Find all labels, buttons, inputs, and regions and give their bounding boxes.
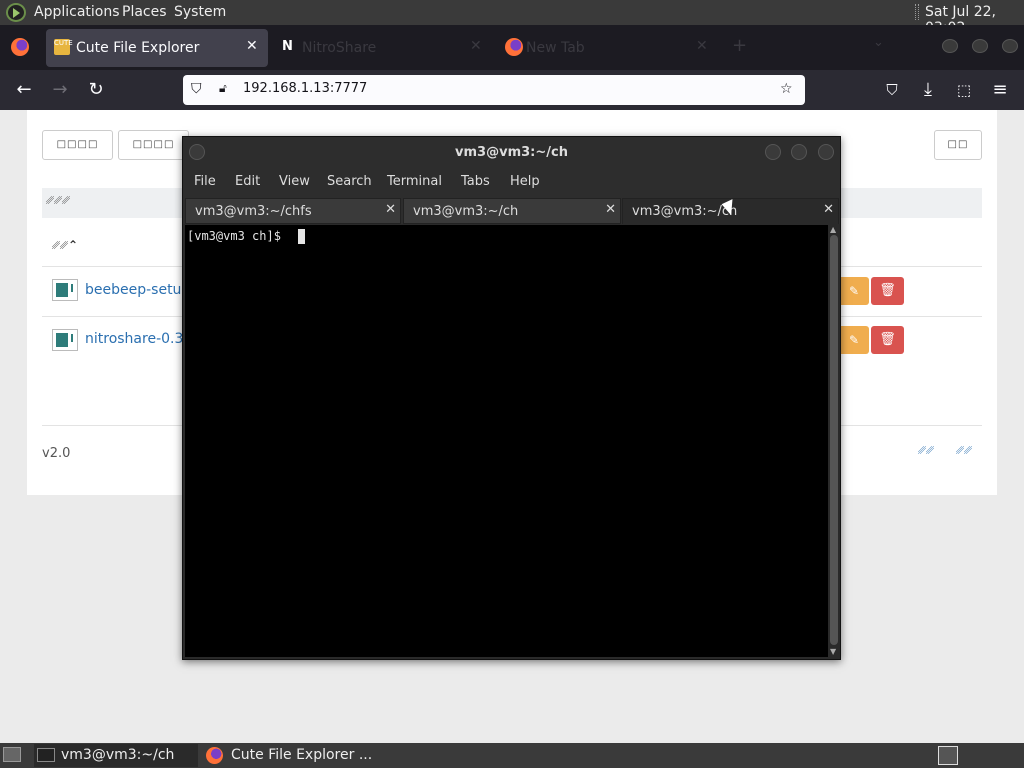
downloads-icon[interactable]: ⤓	[916, 78, 940, 102]
terminal-tab-label: vm3@vm3:~/chfs	[195, 204, 312, 219]
back-arrow-icon[interactable]: ←	[12, 78, 36, 102]
minimize-window-icon[interactable]	[942, 39, 958, 53]
file-icon	[52, 279, 78, 301]
delete-button-icon[interactable]: 🗑︎	[871, 326, 904, 354]
toolbar-button-1[interactable]: □□□□	[42, 130, 113, 160]
rename-button-icon[interactable]: ✎	[839, 277, 869, 305]
close-tab-icon[interactable]: ✕	[470, 38, 482, 54]
extensions-icon[interactable]: ⬚	[952, 78, 976, 102]
text-cursor	[298, 229, 305, 244]
breadcrumb-text[interactable]: ␥␥␥	[46, 196, 70, 207]
cute-file-explorer-favicon-icon: CUTE	[54, 39, 73, 55]
menu-system[interactable]: System	[174, 4, 226, 20]
tab-nitroshare[interactable]: N NitroShare ✕	[272, 29, 494, 67]
toolbar-button-2[interactable]: □□□□	[118, 130, 189, 160]
hamburger-menu-icon[interactable]: ≡	[988, 78, 1012, 102]
shell-prompt: [vm3@vm3 ch]$	[187, 229, 281, 243]
shield-icon[interactable]: ⛉	[191, 81, 202, 97]
list-all-tabs-icon[interactable]: ⌄	[873, 35, 884, 50]
terminal-title: vm3@vm3:~/ch	[455, 145, 568, 160]
firefox-menu-icon[interactable]	[11, 38, 29, 56]
terminal-menubar: File Edit View Search Terminal Tabs Help	[183, 167, 840, 197]
close-tab-icon[interactable]: ✕	[605, 202, 616, 217]
terminal-output[interactable]: [vm3@vm3 ch]$	[185, 225, 828, 657]
terminal-tab-2[interactable]: vm3@vm3:~/ch ✕	[403, 198, 621, 224]
panel-separator	[915, 4, 919, 20]
maximize-window-icon[interactable]	[972, 39, 988, 53]
reload-icon[interactable]: ↻	[84, 78, 108, 102]
pocket-icon[interactable]: ⛉	[880, 78, 904, 102]
distro-logo-icon[interactable]	[6, 3, 26, 22]
scroll-down-arrow-icon[interactable]: ▼	[830, 647, 836, 656]
rename-button-icon[interactable]: ✎	[839, 326, 869, 354]
close-tab-icon[interactable]: ✕	[385, 202, 396, 217]
footer-link-1[interactable]: ␥␥	[918, 446, 934, 457]
file-link-beebeep[interactable]: beebeep-setup-	[85, 282, 195, 298]
terminal-window[interactable]: vm3@vm3:~/ch File Edit View Search Termi…	[182, 136, 841, 660]
taskbar-item-terminal[interactable]: vm3@vm3:~/ch	[34, 744, 198, 767]
bookmark-star-icon[interactable]: ☆	[780, 81, 793, 97]
sort-asc-icon: ⌃	[68, 238, 79, 252]
tab-new-tab[interactable]: New Tab ✕	[496, 29, 718, 67]
menu-terminal[interactable]: Terminal	[387, 174, 442, 189]
show-desktop-icon[interactable]	[3, 747, 21, 762]
close-tab-icon[interactable]: ✕	[696, 38, 708, 54]
firefox-icon	[206, 747, 223, 764]
terminal-titlebar[interactable]: vm3@vm3:~/ch	[183, 137, 840, 167]
file-link-nitroshare[interactable]: nitroshare-0.3.4	[85, 331, 197, 347]
close-window-icon[interactable]	[1002, 39, 1018, 53]
insecure-lock-icon[interactable]: 🔓︎	[219, 81, 227, 96]
firefox-tab-strip: CUTE Cute File Explorer ✕ N NitroShare ✕…	[0, 25, 1024, 70]
terminal-tab-label: vm3@vm3:~/ch	[413, 204, 519, 219]
menu-help[interactable]: Help	[510, 174, 540, 189]
terminal-tab-bar: vm3@vm3:~/chfs ✕ vm3@vm3:~/ch ✕ vm3@vm3:…	[183, 197, 840, 224]
terminal-icon	[37, 748, 55, 762]
name-column-header[interactable]: ␥␥⌃	[52, 238, 78, 252]
taskbar-item-firefox[interactable]: Cute File Explorer ...	[202, 744, 382, 767]
taskbar-item-label: Cute File Explorer ...	[231, 747, 373, 763]
forward-arrow-icon[interactable]: →	[48, 78, 72, 102]
menu-applications[interactable]: Applications	[34, 4, 120, 20]
url-bar[interactable]: ⛉ 🔓︎ 192.168.1.13:7777 ☆	[183, 75, 805, 105]
bottom-taskbar: vm3@vm3:~/ch Cute File Explorer ...	[0, 743, 1024, 768]
scroll-up-arrow-icon[interactable]: ▲	[830, 225, 836, 234]
top-panel: Applications Places System Sat Jul 22, 0…	[0, 0, 1024, 36]
tab-cute-file-explorer[interactable]: CUTE Cute File Explorer ✕	[46, 29, 268, 67]
minimize-icon[interactable]	[765, 144, 781, 160]
tab-title: Cute File Explorer	[76, 40, 200, 56]
menu-edit[interactable]: Edit	[235, 174, 260, 189]
menu-tabs[interactable]: Tabs	[461, 174, 490, 189]
terminal-scrollbar[interactable]: ▲ ▼	[828, 225, 840, 657]
taskbar-item-label: vm3@vm3:~/ch	[61, 747, 175, 763]
workspace-switcher[interactable]	[938, 746, 958, 765]
nitroshare-favicon-icon: N	[282, 39, 293, 54]
delete-button-icon[interactable]: 🗑︎	[871, 277, 904, 305]
menu-file[interactable]: File	[194, 174, 216, 189]
version-label: v2.0	[42, 446, 71, 461]
scrollbar-thumb[interactable]	[830, 235, 838, 645]
menu-view[interactable]: View	[279, 174, 310, 189]
close-tab-icon[interactable]: ✕	[246, 38, 258, 54]
tab-title: NitroShare	[302, 40, 377, 56]
menu-places[interactable]: Places	[122, 4, 167, 20]
menu-search[interactable]: Search	[327, 174, 372, 189]
firefox-nav-bar: ← → ↻ ⛉ 🔓︎ 192.168.1.13:7777 ☆ ⛉ ⤓ ⬚ ≡	[0, 70, 1024, 110]
toolbar-button-right[interactable]: □□	[934, 130, 982, 160]
footer-link-2[interactable]: ␥␥	[956, 446, 972, 457]
maximize-icon[interactable]	[791, 144, 807, 160]
terminal-tab-label: vm3@vm3:~/ch	[632, 204, 738, 219]
url-text[interactable]: 192.168.1.13:7777	[243, 81, 367, 96]
new-tab-plus-icon[interactable]: +	[732, 35, 747, 56]
close-tab-icon[interactable]: ✕	[823, 202, 834, 217]
tab-title: New Tab	[526, 40, 585, 56]
terminal-tab-1[interactable]: vm3@vm3:~/chfs ✕	[185, 198, 401, 224]
column-header-text: ␥␥	[52, 241, 68, 252]
file-icon	[52, 329, 78, 351]
close-icon[interactable]	[818, 144, 834, 160]
firefox-favicon-icon	[505, 38, 523, 56]
